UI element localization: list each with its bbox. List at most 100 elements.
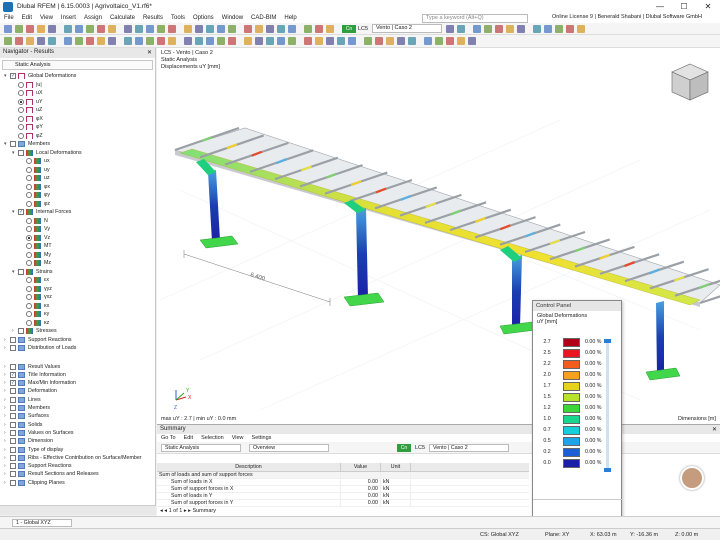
tree-item[interactable]: uZ [12, 106, 42, 114]
checkbox[interactable] [10, 454, 16, 461]
toolbar-button[interactable] [364, 37, 372, 45]
radio-button[interactable] [26, 217, 32, 224]
load-case-select[interactable]: Vento | Caso 2 [372, 24, 442, 33]
toolbar-button[interactable] [517, 25, 525, 33]
toolbar-button[interactable] [473, 25, 481, 33]
radio-button[interactable] [26, 175, 32, 181]
tree-item[interactable]: |u| [12, 81, 42, 89]
checkbox[interactable] [10, 421, 16, 428]
tree-item[interactable]: ▾ ✓ Internal Forces [12, 208, 71, 216]
tree-item[interactable]: εx [20, 276, 49, 284]
toolbar-button[interactable] [446, 25, 454, 33]
toolbar-button[interactable] [326, 37, 334, 45]
toolbar-button[interactable] [326, 25, 334, 33]
toolbar-button[interactable] [288, 37, 296, 45]
radio-button[interactable] [26, 166, 32, 173]
checkbox[interactable]: ✓ [18, 209, 24, 215]
toolbar-button[interactable] [277, 37, 285, 45]
toolbar-button[interactable] [315, 25, 323, 33]
toolbar-button[interactable] [348, 37, 356, 45]
toolbar-button[interactable] [64, 25, 72, 33]
table-row[interactable]: Sum of loads in Y 0.00 kN [157, 493, 529, 500]
toolbar-button[interactable] [97, 25, 105, 33]
view-select[interactable]: 1 - Global XYZ [12, 519, 72, 527]
toolbar-button[interactable] [184, 25, 192, 33]
toolbar-button[interactable] [26, 37, 34, 45]
tree-item[interactable]: uy [20, 166, 50, 174]
toolbar-button[interactable] [146, 37, 154, 45]
radio-button[interactable] [26, 200, 32, 207]
display-option-item[interactable]: › Clipping Planes [4, 479, 65, 487]
checkbox[interactable] [18, 268, 24, 275]
toolbar-button[interactable] [506, 25, 514, 33]
display-option-item[interactable]: › Values on Surfaces [4, 429, 74, 437]
tree-item[interactable]: uz [20, 174, 50, 182]
toolbar-button[interactable] [108, 25, 116, 33]
checkbox[interactable] [10, 413, 16, 420]
toolbar-button[interactable] [75, 25, 83, 33]
summary-tab[interactable]: Summary [192, 508, 216, 514]
radio-button[interactable] [18, 124, 24, 130]
checkbox[interactable]: ✓ [10, 73, 16, 79]
table-row[interactable]: Sum of support forces in X 0.00 kN [157, 486, 529, 493]
tree-item[interactable]: ▾ Strains [12, 268, 53, 276]
tree-item[interactable]: φz [20, 200, 50, 208]
close-icon[interactable]: ✕ [712, 426, 717, 433]
radio-button[interactable] [26, 294, 32, 300]
menu-item[interactable]: Help [280, 15, 300, 21]
radio-button[interactable] [26, 183, 32, 190]
minimize-button[interactable]: — [648, 0, 672, 13]
tree-item[interactable]: φZ [12, 132, 43, 140]
tree-item[interactable]: Vy [20, 225, 50, 233]
toolbar-button[interactable] [157, 25, 165, 33]
toolbar-button[interactable] [184, 37, 192, 45]
toolbar-button[interactable] [255, 37, 263, 45]
toolbar-button[interactable] [64, 37, 72, 45]
table-row[interactable]: Sum of loads and sum of support forces [157, 472, 529, 479]
toolbar-button[interactable] [75, 37, 83, 45]
display-option-item[interactable]: › Result Values [4, 363, 60, 371]
menu-item[interactable]: Edit [18, 15, 36, 21]
toolbar-button[interactable] [484, 25, 492, 33]
toolbar-button[interactable] [168, 37, 176, 45]
toolbar-button[interactable] [577, 25, 585, 33]
menu-item[interactable]: Window [218, 15, 247, 21]
checkbox[interactable] [10, 336, 16, 343]
tree-item[interactable]: κz [20, 319, 49, 327]
display-option-item[interactable]: › Deformation [4, 387, 57, 395]
toolbar-button[interactable] [157, 37, 165, 45]
tree-item[interactable]: Mz [20, 259, 51, 267]
legend-slider[interactable] [604, 339, 611, 472]
tree-item[interactable]: κy [20, 310, 49, 318]
checkbox[interactable]: ✓ [10, 380, 16, 387]
summary-pager[interactable]: ◂ ◂ 1 of 1 ▸ ▸ Summary [160, 508, 216, 514]
toolbar-button[interactable] [266, 37, 274, 45]
toolbar-button[interactable] [217, 25, 225, 33]
view-cube-icon[interactable] [668, 60, 712, 104]
toolbar-button[interactable] [555, 25, 563, 33]
close-button[interactable]: ✕ [696, 0, 720, 13]
toolbar-button[interactable] [315, 37, 323, 45]
toolbar-button[interactable] [4, 37, 12, 45]
summary-menu-item[interactable]: Edit [180, 435, 197, 441]
toolbar-button[interactable] [304, 37, 312, 45]
summary-menu-item[interactable]: View [228, 435, 248, 441]
radio-button[interactable] [18, 90, 24, 96]
menu-item[interactable]: Options [189, 15, 218, 21]
checkbox[interactable] [10, 388, 16, 395]
display-option-item[interactable]: › Type of display [4, 446, 63, 454]
tree-item[interactable]: φY [12, 123, 43, 131]
tree-item[interactable]: ▾ Members [4, 140, 50, 148]
avatar[interactable] [680, 466, 704, 490]
radio-button[interactable] [26, 243, 32, 249]
checkbox[interactable] [10, 396, 16, 403]
tree-item[interactable]: › Distribution of Loads [4, 344, 76, 352]
toolbar-button[interactable] [124, 25, 132, 33]
tree-item[interactable]: ux [20, 157, 50, 165]
toolbar-button[interactable] [37, 37, 45, 45]
control-panel[interactable]: Control Panel Global Deformations uY [mm… [532, 300, 623, 522]
tree-item[interactable]: γyz [20, 285, 52, 293]
checkbox[interactable] [10, 471, 16, 478]
checkbox[interactable] [10, 345, 16, 351]
checkbox[interactable]: ✓ [10, 371, 16, 378]
